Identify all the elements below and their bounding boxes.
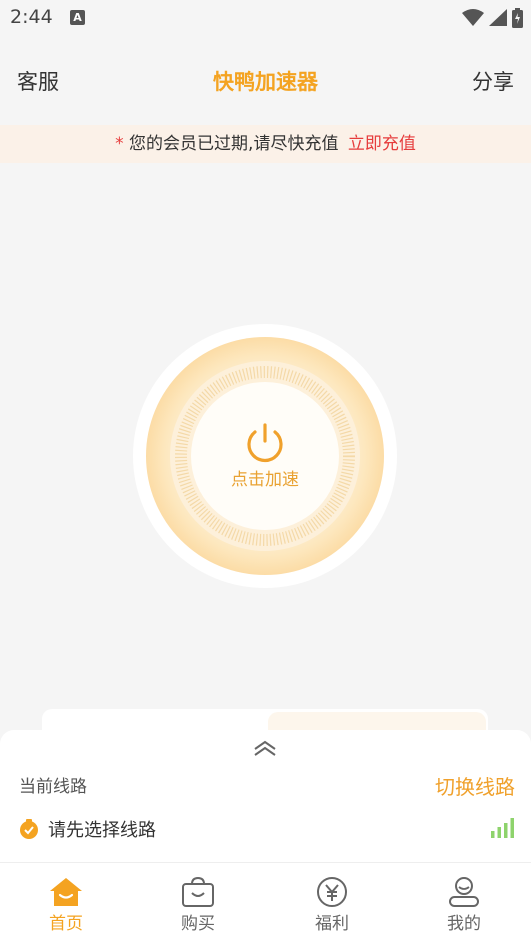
tab-welfare[interactable]: 福利 — [292, 877, 372, 934]
wifi-icon — [462, 9, 484, 26]
app-title: 快鸭加速器 — [213, 70, 318, 94]
tab-home[interactable]: 首页 — [26, 877, 106, 934]
home-icon — [50, 878, 82, 906]
route-placeholder: 请先选择线路 — [48, 820, 156, 841]
tab-home-label: 首页 — [49, 914, 83, 934]
route-card: 当前线路 切换线路 请先选择线路 — [0, 730, 531, 862]
notice-text: 您的会员已过期,请尽快充值 — [129, 134, 339, 154]
share-button[interactable]: 分享 — [472, 66, 514, 96]
accelerate-button[interactable]: 点击加速 — [133, 324, 397, 588]
shopping-bag-icon — [182, 877, 214, 907]
bottom-tab-bar: 首页 购买 福利 我的 — [0, 862, 531, 946]
signal-strength-icon — [491, 818, 514, 838]
notification-icon: A — [70, 10, 85, 25]
power-ring — [133, 324, 397, 588]
switch-route-button[interactable]: 切换线路 — [435, 771, 515, 800]
accelerate-label: 点击加速 — [231, 470, 299, 490]
battery-icon — [512, 8, 523, 28]
profile-icon — [449, 877, 479, 907]
app-header: 客服 快鸭加速器 分享 — [0, 55, 531, 105]
expand-up-icon[interactable] — [253, 740, 277, 756]
status-bar: 2:44 A — [0, 0, 531, 38]
route-selector[interactable]: 请先选择线路 — [19, 816, 156, 842]
membership-notice: * 您的会员已过期,请尽快充值 立即充值 — [0, 125, 531, 163]
recharge-link[interactable]: 立即充值 — [348, 134, 416, 154]
tab-buy-label: 购买 — [181, 914, 215, 934]
tab-mine[interactable]: 我的 — [424, 877, 504, 934]
yen-icon — [317, 877, 347, 907]
status-time: 2:44 — [10, 6, 53, 28]
status-icons — [462, 8, 523, 28]
tab-mine-label: 我的 — [447, 914, 481, 934]
tab-buy[interactable]: 购买 — [158, 877, 238, 934]
tab-welfare-label: 福利 — [315, 914, 349, 934]
current-route-title: 当前线路 — [19, 777, 87, 797]
cell-signal-icon — [489, 9, 507, 26]
route-status-icon — [20, 819, 38, 839]
notice-star: * — [115, 134, 124, 154]
